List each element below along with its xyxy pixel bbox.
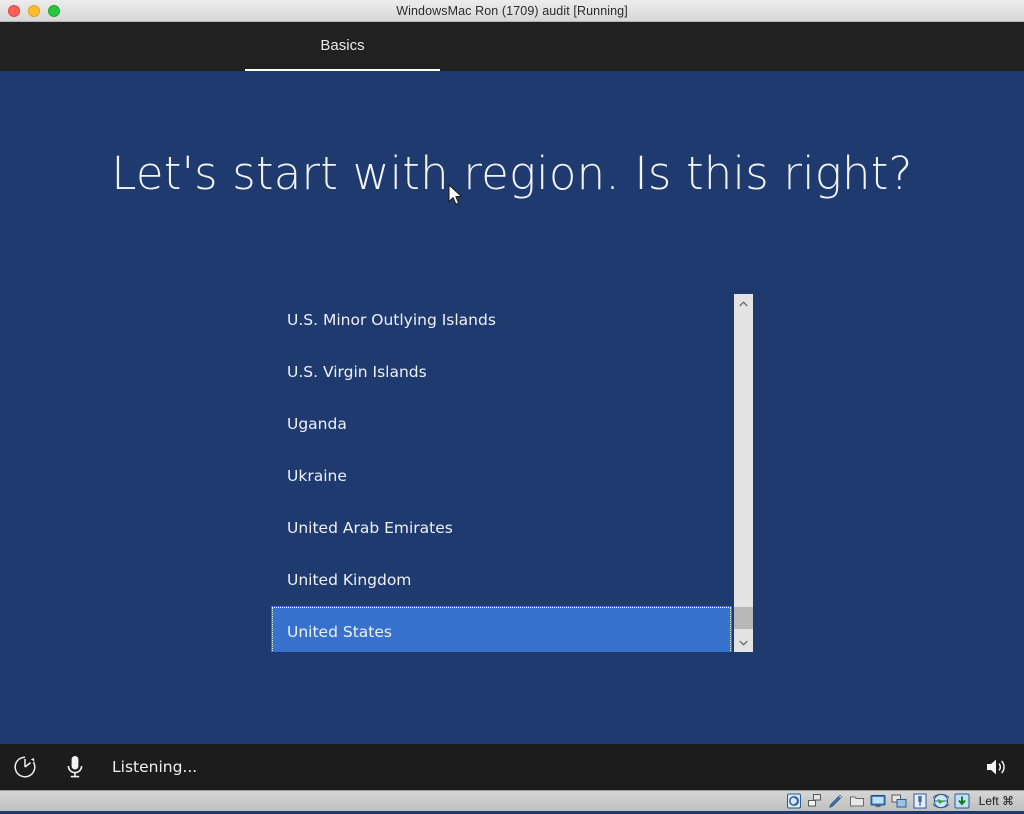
cortana-bottom-bar: Listening... bbox=[0, 744, 1024, 790]
region-list-item[interactable]: U.S. Virgin Islands bbox=[271, 346, 732, 398]
tab-basics-label: Basics bbox=[320, 37, 365, 54]
region-list-item[interactable]: United Arab Emirates bbox=[271, 502, 732, 554]
region-list-item-label: United Arab Emirates bbox=[287, 519, 453, 537]
network-globe-icon[interactable] bbox=[931, 793, 951, 809]
remote-display-icon[interactable] bbox=[891, 793, 907, 809]
region-list-item-label: United States bbox=[287, 623, 392, 641]
ease-of-access-icon[interactable] bbox=[12, 754, 38, 780]
vbox-guest-additions-icon[interactable] bbox=[954, 793, 970, 809]
hard-disk-icon[interactable] bbox=[786, 793, 802, 809]
region-list-item-label: Ukraine bbox=[287, 467, 347, 485]
macos-titlebar: WindowsMac Ron (1709) audit [Running] bbox=[0, 0, 1024, 22]
arrow-pointer-icon bbox=[448, 183, 464, 208]
cortana-status-text: Listening... bbox=[112, 758, 198, 776]
close-window-button[interactable] bbox=[8, 5, 20, 17]
microphone-icon[interactable] bbox=[62, 753, 88, 781]
region-list-container: U.S. Minor Outlying Islands U.S. Virgin I… bbox=[271, 294, 753, 652]
window-controls bbox=[8, 0, 60, 22]
usb-device-icon[interactable] bbox=[912, 793, 928, 809]
region-list-item-label: U.S. Virgin Islands bbox=[287, 363, 427, 381]
maximize-window-button[interactable] bbox=[48, 5, 60, 17]
scrollbar-thumb[interactable] bbox=[734, 607, 753, 629]
usb-pen-icon[interactable] bbox=[828, 793, 844, 809]
chevron-down-icon[interactable] bbox=[734, 633, 753, 652]
minimize-window-button[interactable] bbox=[28, 5, 40, 17]
region-list-item[interactable]: United Kingdom bbox=[271, 554, 732, 606]
region-list-scrollbar[interactable] bbox=[734, 294, 753, 652]
region-list-item-selected[interactable]: United States bbox=[271, 606, 732, 652]
app-header-bar: Basics bbox=[0, 22, 1024, 71]
display-monitor-icon[interactable] bbox=[870, 793, 886, 809]
shared-folder-icon[interactable] bbox=[849, 793, 865, 809]
region-list-item-label: Uganda bbox=[287, 415, 347, 433]
vbox-status-bar: Left ⌘ bbox=[0, 790, 1024, 811]
region-list-item-label: U.S. Minor Outlying Islands bbox=[287, 311, 496, 329]
vbox-host-key-label: Left ⌘ bbox=[978, 794, 1014, 808]
region-list-item-label: United Kingdom bbox=[287, 571, 412, 589]
region-list-item[interactable]: Uganda bbox=[271, 398, 732, 450]
window-title: WindowsMac Ron (1709) audit [Running] bbox=[396, 3, 628, 18]
speaker-volume-icon[interactable] bbox=[984, 755, 1008, 779]
region-list[interactable]: U.S. Minor Outlying Islands U.S. Virgin I… bbox=[271, 294, 732, 652]
oobe-region-page: Let's start with region. Is this right? … bbox=[0, 71, 1024, 788]
chevron-up-icon[interactable] bbox=[734, 294, 753, 313]
region-list-item[interactable]: U.S. Minor Outlying Islands bbox=[271, 294, 732, 346]
network-adapter-icon[interactable] bbox=[807, 793, 823, 809]
region-list-item[interactable]: Ukraine bbox=[271, 450, 732, 502]
tab-basics[interactable]: Basics bbox=[245, 22, 440, 71]
page-title: Let's start with region. Is this right? bbox=[111, 147, 913, 200]
